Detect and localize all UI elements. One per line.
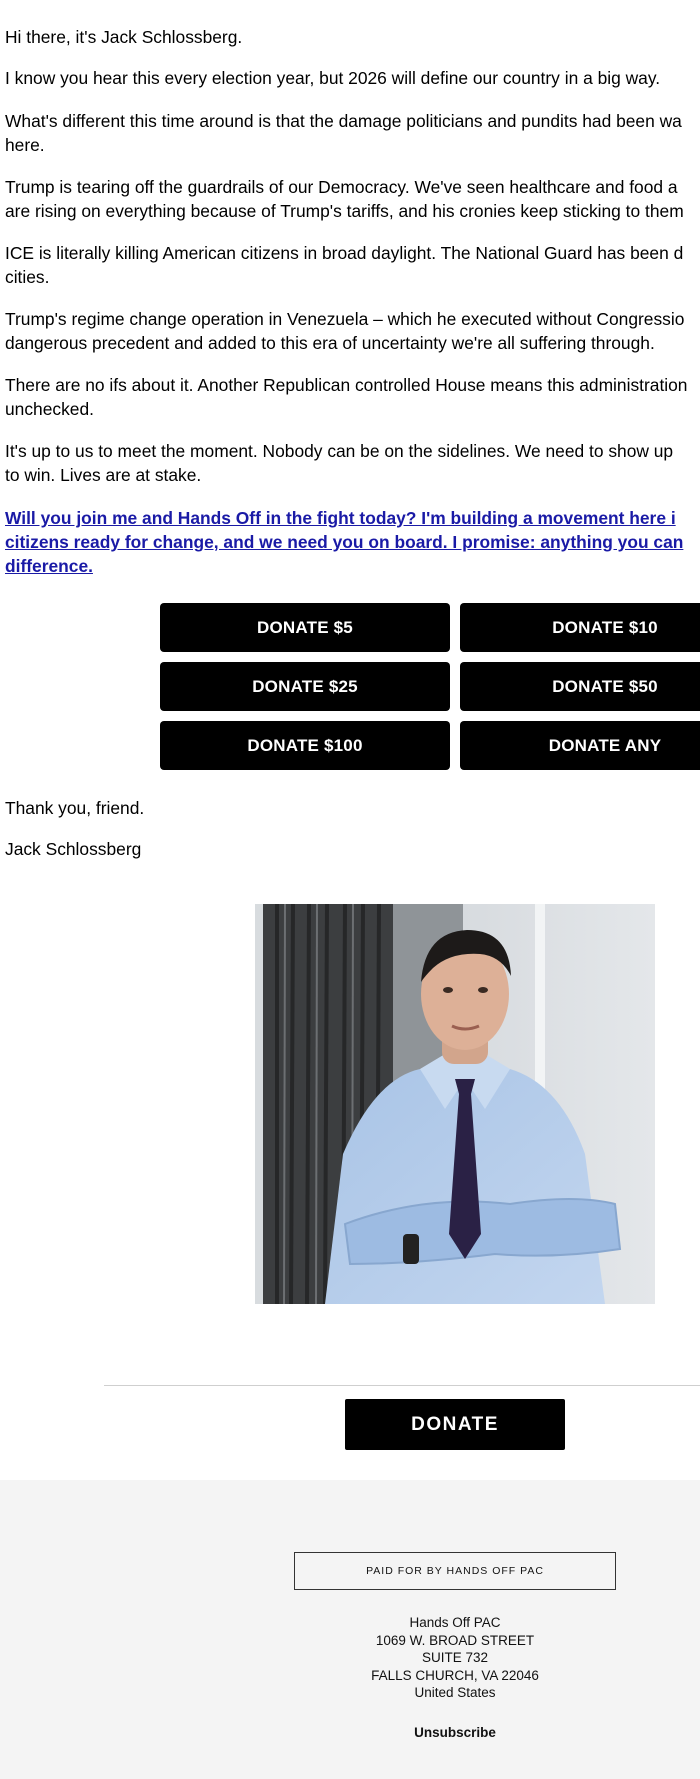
cta-link[interactable]: Will you join me and Hands Off in the fi… [5, 506, 700, 578]
donate-50-button[interactable]: DONATE $50 [460, 662, 700, 711]
signature-text: Jack Schlossberg [5, 839, 142, 859]
donate-10-button[interactable]: DONATE $10 [460, 603, 700, 652]
paragraph-5: Trump's regime change operation in Venez… [5, 309, 685, 353]
divider [104, 1385, 700, 1386]
mailing-address: Hands Off PAC 1069 W. BROAD STREET SUITE… [371, 1615, 539, 1700]
donate-button[interactable]: DONATE [345, 1399, 565, 1450]
donate-any-button[interactable]: DONATE ANY [460, 721, 700, 770]
donate-100-button[interactable]: DONATE $100 [160, 721, 450, 770]
footer: PAID FOR BY HANDS OFF PAC Hands Off PAC … [0, 1480, 700, 1779]
paragraph-3: Trump is tearing off the guardrails of o… [5, 177, 684, 221]
paragraph-4: ICE is literally killing American citize… [5, 243, 684, 287]
closing-text: Thank you, friend. [5, 798, 145, 818]
paragraph-6: There are no ifs about it. Another Repub… [5, 375, 688, 419]
greeting-text: Hi there, it's Jack Schlossberg. [5, 27, 243, 47]
portrait-photo [255, 904, 655, 1304]
paragraph-1: I know you hear this every election year… [5, 68, 661, 88]
paragraph-7: It's up to us to meet the moment. Nobody… [5, 441, 674, 485]
unsubscribe-link[interactable]: Unsubscribe [380, 1725, 530, 1740]
paragraph-2: What's different this time around is tha… [5, 111, 682, 155]
email-body: Hi there, it's Jack Schlossberg. I know … [0, 0, 700, 1480]
donate-25-button[interactable]: DONATE $25 [160, 662, 450, 711]
donate-5-button[interactable]: DONATE $5 [160, 603, 450, 652]
paid-for-disclaimer: PAID FOR BY HANDS OFF PAC [294, 1552, 616, 1590]
